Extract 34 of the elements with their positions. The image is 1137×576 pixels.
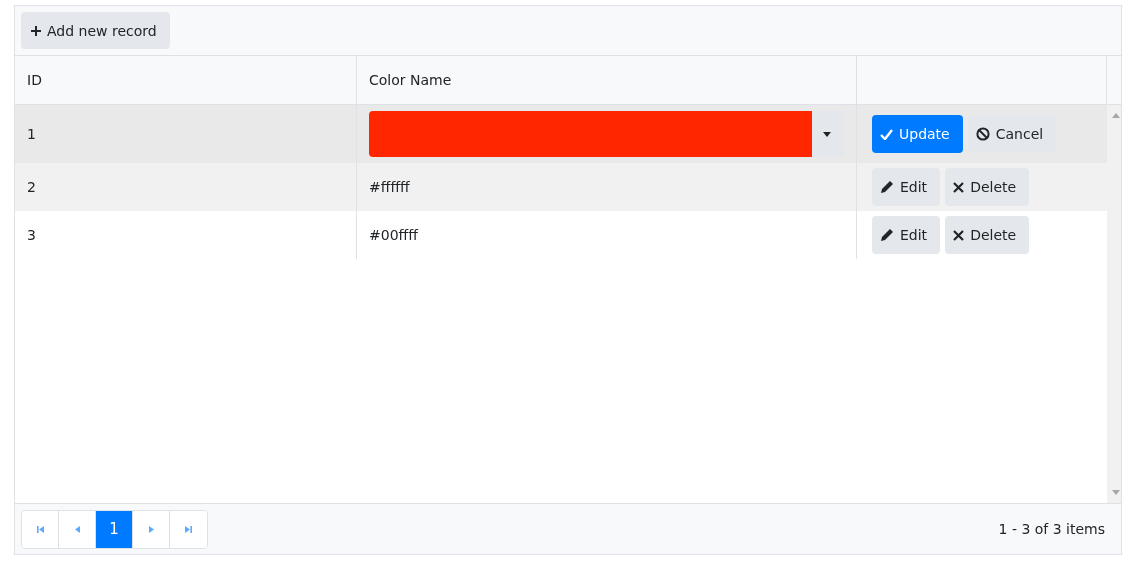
column-header: Color Name	[357, 56, 857, 104]
no-entry-icon	[975, 127, 990, 141]
edit-button[interactable]: Edit	[872, 216, 941, 254]
scrollbar[interactable]	[1107, 105, 1121, 503]
table-row[interactable]: 1 Update Cancel	[15, 105, 1107, 163]
column-header: ID	[15, 56, 357, 104]
table-row[interactable]: 2 #ffffff Edit Delete	[15, 163, 1107, 211]
next-page-icon	[146, 524, 156, 534]
page-button[interactable]: 1	[96, 510, 133, 548]
first-page-button[interactable]	[22, 510, 59, 548]
table-row[interactable]: 3 #00ffff Edit Delete	[15, 211, 1107, 259]
pencil-icon	[880, 228, 894, 242]
update-button[interactable]: Update	[872, 115, 963, 153]
plus-icon	[31, 25, 41, 36]
cancel-button[interactable]: Cancel	[967, 115, 1057, 153]
check-icon	[880, 128, 893, 140]
scroll-down-icon	[1112, 490, 1120, 495]
table-cell: 3	[15, 211, 357, 259]
first-page-icon	[35, 524, 45, 534]
table-cell: #00ffff	[357, 211, 857, 259]
previous-page-icon	[72, 524, 82, 534]
delete-button[interactable]: Delete	[945, 168, 1030, 206]
caret-down-icon	[823, 131, 831, 137]
add-record-button[interactable]: Add new record	[21, 12, 170, 49]
pager-info: 1 - 3 of 3 items	[998, 521, 1105, 537]
close-icon	[953, 181, 965, 193]
scroll-up-icon	[1112, 113, 1120, 118]
edit-button[interactable]: Edit	[872, 168, 941, 206]
table-cell: #ffffff	[357, 163, 857, 211]
table-cell: 2	[15, 163, 357, 211]
close-icon	[953, 229, 965, 241]
last-page-icon	[184, 524, 193, 534]
delete-button[interactable]: Delete	[945, 216, 1030, 254]
pencil-icon	[880, 180, 894, 194]
